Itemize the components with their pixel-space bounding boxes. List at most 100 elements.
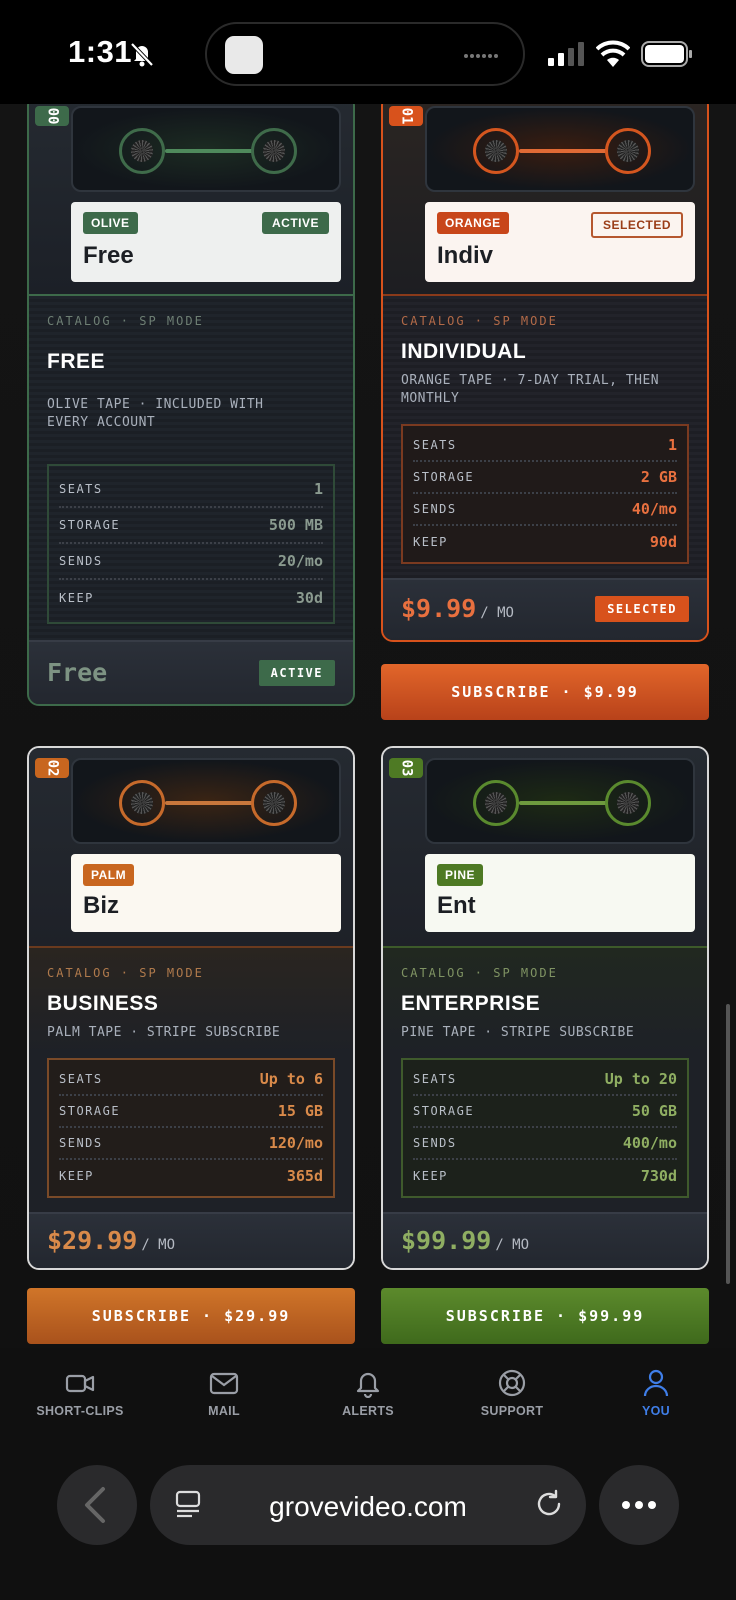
tab-support[interactable]: SUPPORT: [442, 1368, 582, 1428]
reload-icon[interactable]: [534, 1489, 564, 1519]
browser-more-button[interactable]: [599, 1465, 679, 1545]
plan-name: BUSINESS: [47, 992, 159, 1015]
mail-icon: [209, 1372, 239, 1395]
cellular-signal-icon: [548, 42, 584, 66]
wifi-icon: [596, 40, 630, 67]
spec-row: SENDS 20/mo: [59, 544, 323, 580]
cassette-window: [425, 758, 695, 844]
cassette-reel-icon: [605, 128, 651, 174]
bell-icon: [356, 1372, 380, 1398]
tape-color-chip: PINE: [437, 864, 484, 886]
tape-color-chip: ORANGE: [437, 212, 509, 234]
spec-row: SEATS 1: [59, 472, 323, 508]
plan-name: FREE: [47, 350, 106, 373]
spec-row: SENDS 400/mo: [413, 1128, 677, 1160]
browser-back-button[interactable]: [57, 1465, 137, 1545]
tape-strip: [165, 149, 253, 153]
plan-card-individual[interactable]: 01 ORANGE SELECTED Indiv CATALOG · SP MO…: [381, 104, 709, 642]
tape-color-chip: PALM: [83, 864, 135, 886]
plan-card-business[interactable]: 02 PALM Biz CATALOG · SP MODE BUSINESS P…: [27, 746, 355, 1270]
spec-row: SENDS 40/mo: [413, 494, 677, 526]
plan-footer: $9.99/ MO SELECTED: [383, 578, 707, 640]
catalog-caption: CATALOG · SP MODE: [401, 966, 558, 980]
spec-row: SEATS 1: [413, 430, 677, 462]
tape-color-chip: OLIVE: [83, 212, 138, 234]
plan-price: $29.99/ MO: [47, 1226, 176, 1255]
plan-subtitle: OLIVE TAPE · INCLUDED WITH EVERY ACCOUNT: [47, 397, 264, 430]
cassette-window: [425, 106, 695, 192]
plan-footer: $99.99/ MO: [383, 1212, 707, 1268]
plan-footer: $29.99/ MO: [29, 1212, 353, 1268]
plan-number-badge: 03: [389, 758, 423, 778]
plan-card-free: 00 OLIVE ACTIVE Free CATALOG · SP MODE F…: [27, 104, 355, 706]
cassette-label-name: Ent: [437, 892, 476, 919]
plan-card-enterprise[interactable]: 03 PINE Ent CATALOG · SP MODE ENTERPRISE…: [381, 746, 709, 1270]
plan-footer: Free ACTIVE: [29, 640, 353, 704]
cassette-label: OLIVE ACTIVE Free: [71, 202, 341, 282]
tape-strip: [519, 801, 607, 805]
plan-subtitle: ORANGE TAPE · 7-DAY TRIAL, THEN MONTHLY: [401, 373, 660, 406]
cassette-reel-icon: [605, 780, 651, 826]
subscribe-button-business[interactable]: SUBSCRIBE · $29.99: [27, 1288, 355, 1344]
cassette-label: PINE Ent: [425, 854, 695, 932]
tab-short-clips[interactable]: SHORT-CLIPS: [10, 1368, 150, 1428]
dynamic-island: [205, 22, 525, 86]
video-camera-icon: [65, 1374, 95, 1393]
cassette-window: [71, 106, 341, 192]
plan-price: Free: [47, 658, 108, 687]
plan-subtitle: PALM TAPE · STRIPE SUBSCRIBE: [47, 1025, 281, 1040]
cassette-label: PALM Biz: [71, 854, 341, 932]
plan-name: INDIVIDUAL: [401, 340, 527, 363]
plan-subtitle: PINE TAPE · STRIPE SUBSCRIBE: [401, 1025, 635, 1040]
plan-specs-table: SEATS 1 STORAGE 2 GB SENDS 40/mo KEEP 90d: [401, 424, 689, 564]
catalog-caption: CATALOG · SP MODE: [47, 966, 204, 980]
spec-row: STORAGE 50 GB: [413, 1096, 677, 1128]
tab-you[interactable]: YOU: [586, 1368, 726, 1428]
tab-alerts[interactable]: ALERTS: [298, 1368, 438, 1428]
scrollbar[interactable]: [726, 1004, 730, 1284]
cassette-reel-icon: [473, 128, 519, 174]
cassette-label-name: Biz: [83, 892, 119, 919]
plan-specs-table: SEATS 1 STORAGE 500 MB SENDS 20/mo KEEP 30d: [47, 464, 335, 624]
plan-number-badge: 00: [35, 106, 69, 126]
plan-specs-table: SEATS Up to 20 STORAGE 50 GB SENDS 400/mo K…: [401, 1058, 689, 1198]
pricing-scroll-area[interactable]: 00 OLIVE ACTIVE Free CATALOG · SP MODE F…: [0, 104, 736, 1348]
catalog-caption: CATALOG · SP MODE: [401, 314, 558, 328]
spec-row: KEEP 730d: [413, 1167, 677, 1185]
status-bar: 1:31: [0, 0, 736, 104]
tape-strip: [519, 149, 607, 153]
catalog-caption: CATALOG · SP MODE: [47, 314, 204, 328]
address-bar[interactable]: grovevideo.com: [150, 1465, 586, 1545]
cassette-label-name: Free: [83, 242, 134, 269]
plan-name: ENTERPRISE: [401, 992, 541, 1015]
spec-row: SEATS Up to 20: [413, 1064, 677, 1096]
plan-number-badge: 02: [35, 758, 69, 778]
plan-number-badge: 01: [389, 106, 423, 126]
spec-row: STORAGE 500 MB: [59, 508, 323, 544]
cassette-reel-icon: [251, 780, 297, 826]
tape-strip: [165, 801, 253, 805]
cassette-label: ORANGE SELECTED Indiv: [425, 202, 695, 282]
lifebuoy-icon: [498, 1369, 526, 1397]
spec-row: SEATS Up to 6: [59, 1064, 323, 1096]
cassette-reel-icon: [119, 128, 165, 174]
plan-price: $99.99/ MO: [401, 1226, 530, 1255]
spec-row: KEEP 30d: [59, 589, 323, 607]
ellipsis-icon: [622, 1501, 656, 1509]
tab-mail[interactable]: MAIL: [154, 1368, 294, 1428]
status-time: 1:31: [68, 34, 133, 69]
selected-badge: SELECTED: [595, 596, 689, 622]
plan-state-badge: SELECTED: [590, 212, 683, 238]
subscribe-button-enterprise[interactable]: SUBSCRIBE · $99.99: [381, 1288, 709, 1344]
spec-row: STORAGE 15 GB: [59, 1096, 323, 1128]
cassette-reel-icon: [473, 780, 519, 826]
subscribe-button-individual[interactable]: SUBSCRIBE · $9.99: [381, 664, 709, 720]
plan-state-badge: ACTIVE: [261, 212, 329, 234]
url-text: grovevideo.com: [269, 1491, 467, 1522]
plan-specs-table: SEATS Up to 6 STORAGE 15 GB SENDS 120/mo KE…: [47, 1058, 335, 1198]
cassette-label-name: Indiv: [437, 242, 494, 269]
audio-waveform-icon: [464, 54, 498, 58]
chevron-left-icon: [85, 1487, 105, 1523]
active-badge: ACTIVE: [258, 660, 335, 686]
cassette-window: [71, 758, 341, 844]
